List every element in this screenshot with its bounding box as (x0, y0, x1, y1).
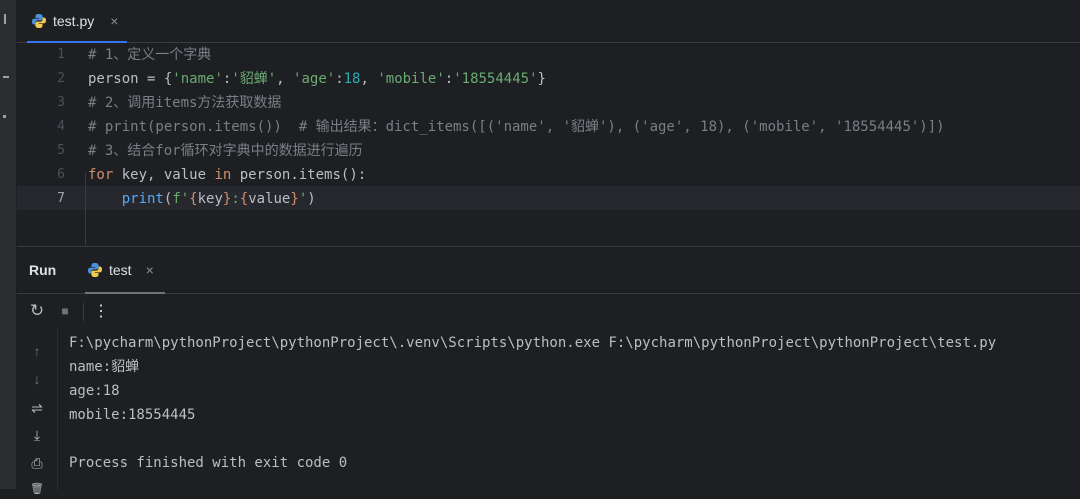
scroll-up-icon[interactable]: ↑ (26, 340, 48, 362)
dot-icon[interactable] (3, 115, 6, 118)
code-token: } (537, 71, 546, 87)
left-tool-strip (0, 0, 17, 489)
soft-wrap-icon[interactable]: ⇌ (26, 397, 48, 419)
python-icon (32, 14, 46, 28)
code-token: # 2、调用items方法获取数据 (88, 95, 282, 111)
output-line: mobile:18554445 (69, 407, 196, 423)
toolbar-divider (83, 303, 84, 321)
code-line: # print(person.items()) # 输出结果：dict_item… (88, 115, 945, 139)
code-line: # 3、结合for循环对字典中的数据进行遍历 (88, 139, 363, 163)
folder-icon[interactable] (4, 14, 6, 24)
code-token: # 1、定义一个字典 (88, 47, 212, 63)
tab-run-test[interactable]: test × (85, 247, 165, 294)
code-token: person = { (88, 71, 173, 87)
run-sidebar: ↑ ↓ ⇌ ⤓ ⎙ 🗑 (17, 329, 58, 495)
code-token: in (214, 167, 232, 183)
code-token: for (88, 167, 114, 183)
python-icon (88, 263, 102, 277)
line-number-gutter: 1 2 3 4 5 6 7 (17, 43, 69, 245)
output-line: name:貂蝉 (69, 359, 140, 375)
line-number: 3 (57, 95, 65, 110)
code-token: 'mobile' (377, 71, 445, 87)
editor-tab-bar: test.py × (17, 0, 1080, 43)
scroll-to-end-icon[interactable]: ⤓ (26, 424, 48, 446)
stop-icon[interactable]: ■ (54, 300, 76, 322)
rerun-icon[interactable]: ↻ (26, 300, 48, 322)
code-token: key, value (113, 167, 215, 183)
code-token: key (197, 191, 223, 207)
close-icon[interactable]: × (110, 13, 118, 29)
code-token: ) (307, 191, 316, 207)
scroll-down-icon[interactable]: ↓ (26, 368, 48, 390)
tab-test-py[interactable]: test.py × (27, 0, 135, 43)
tab-title: test.py (53, 13, 95, 29)
code-line: # 2、调用items方法获取数据 (88, 91, 281, 115)
code-token: 18 (343, 71, 361, 87)
code-token: 'age' (293, 71, 336, 87)
line-number: 6 (57, 167, 65, 182)
run-header: Run test × (17, 247, 1080, 294)
output-line: Process finished with exit code 0 (69, 455, 348, 471)
line-number: 5 (57, 143, 65, 158)
run-tab-title: test (109, 262, 132, 278)
code-line: # 1、定义一个字典 (88, 43, 211, 67)
structure-icon[interactable] (3, 76, 9, 78)
code-token: : (335, 71, 344, 87)
code-token: # print(person.items()) # 输出结果：dict_item… (88, 119, 945, 135)
code-token: '貂蝉' (231, 71, 277, 87)
code-token: f' (172, 191, 190, 207)
code-token: person.items(): (231, 167, 367, 183)
code-token: print (121, 191, 164, 207)
indent-guide (85, 173, 86, 245)
code-token: ' (298, 191, 308, 207)
trash-icon[interactable]: 🗑 (26, 477, 48, 499)
code-token: { (189, 191, 198, 207)
code-token: , (276, 71, 294, 87)
output-line: F:\pycharm\pythonProject\pythonProject\.… (69, 335, 997, 351)
code-token: } (290, 191, 299, 207)
run-panel: Run test × ↻ ■ ⋮ ↑ ↓ ⇌ ⤓ ⎙ 🗑 F:\pycharm\… (17, 246, 1080, 495)
line-number: 1 (57, 47, 65, 62)
code-line: person = {'name':'貂蝉', 'age':18, 'mobile… (88, 67, 546, 91)
line-number: 4 (57, 119, 65, 134)
more-options-icon[interactable]: ⋮ (90, 300, 112, 322)
close-icon[interactable]: × (146, 262, 154, 278)
run-label: Run (29, 262, 57, 278)
code-token: : (231, 191, 240, 207)
print-icon[interactable]: ⎙ (26, 452, 48, 474)
run-toolbar: ↻ ■ ⋮ (17, 294, 1080, 328)
output-line: age:18 (69, 383, 120, 399)
code-line: for key, value in person.items(): (88, 163, 366, 187)
code-token: 'name' (172, 71, 223, 87)
code-token: '18554445' (453, 71, 538, 87)
code-token: # 3、结合for循环对字典中的数据进行遍历 (88, 143, 363, 159)
code-token: value (248, 191, 291, 207)
line-number-active: 7 (57, 191, 65, 206)
line-number: 2 (57, 71, 65, 86)
code-token: : (444, 71, 454, 87)
code-line: print(f'{key}:{value}') (88, 187, 316, 211)
code-token: , (360, 71, 378, 87)
code-token: { (239, 191, 249, 207)
code-editor[interactable]: 1 2 3 4 5 6 7 # 1、定义一个字典 person = {'name'… (17, 43, 1080, 245)
